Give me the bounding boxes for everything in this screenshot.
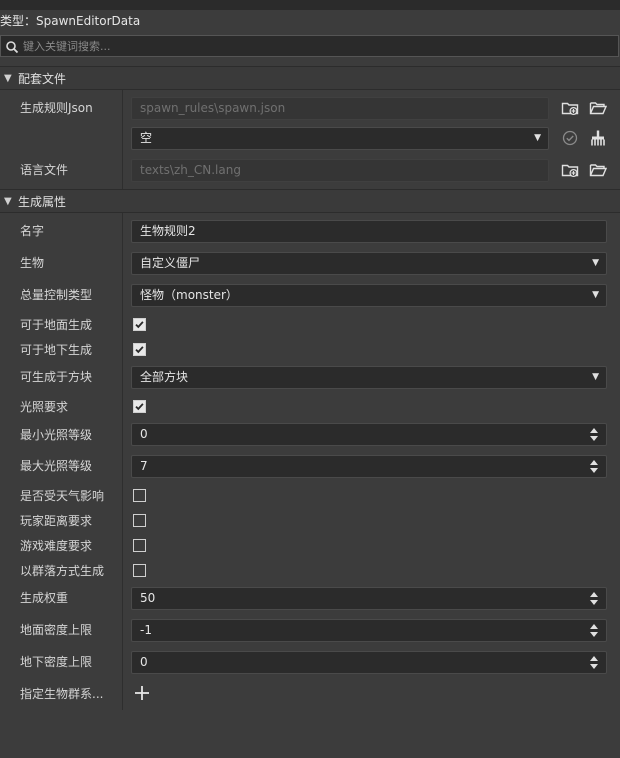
surface-checkbox[interactable] — [133, 318, 146, 331]
herd-checkbox[interactable] — [133, 564, 146, 577]
surface-density-stepper[interactable]: -1 — [131, 619, 607, 642]
max-light-value: 7 — [140, 459, 148, 473]
blocks-select[interactable]: 全部方块 ▼ — [131, 366, 607, 389]
entity-select[interactable]: 自定义僵尸 ▼ — [131, 252, 607, 275]
max-light-label: 最大光照等级 — [20, 459, 93, 473]
underground-density-label: 地下密度上限 — [20, 655, 93, 669]
chevron-down-icon: ▼ — [592, 258, 599, 268]
underground-label: 可于地下生成 — [20, 343, 93, 357]
spinner-arrows-icon[interactable] — [589, 459, 599, 474]
checkmark-icon — [135, 321, 144, 329]
weather-checkbox[interactable] — [133, 489, 146, 502]
weight-label: 生成权重 — [20, 591, 69, 605]
section-files-header[interactable]: ▼ 配套文件 — [0, 66, 620, 90]
folder-open-icon[interactable] — [589, 161, 607, 179]
collapse-triangle-icon: ▼ — [4, 196, 12, 207]
spawn-rules-select-value: 空 — [140, 131, 153, 145]
folder-open-icon[interactable] — [589, 99, 607, 117]
section-props-header[interactable]: ▼ 生成属性 — [0, 189, 620, 213]
name-label: 名字 — [20, 224, 45, 238]
search-input[interactable]: 键入关键词搜索... — [0, 35, 619, 57]
spawn-rules-select[interactable]: 空 ▼ — [131, 127, 549, 150]
spinner-arrows-icon[interactable] — [589, 623, 599, 638]
top-strip — [0, 0, 620, 10]
max-light-stepper[interactable]: 7 — [131, 455, 607, 478]
checkmark-icon — [135, 346, 144, 354]
population-select[interactable]: 怪物（monster） ▼ — [131, 284, 607, 307]
min-light-label: 最小光照等级 — [20, 428, 93, 442]
plus-icon[interactable] — [134, 685, 150, 701]
surface-density-label: 地面密度上限 — [20, 623, 93, 637]
player-distance-checkbox[interactable] — [133, 514, 146, 527]
column-divider — [122, 213, 123, 710]
light-label: 光照要求 — [20, 400, 69, 414]
spinner-arrows-icon[interactable] — [589, 427, 599, 442]
blocks-select-value: 全部方块 — [140, 370, 189, 384]
spinner-arrows-icon[interactable] — [589, 591, 599, 606]
spawn-rules-path-field[interactable]: spawn_rules\spawn.json — [131, 97, 549, 120]
section-files-label: 配套文件 — [18, 72, 67, 86]
surface-label: 可于地面生成 — [20, 318, 93, 332]
weight-value: 50 — [140, 591, 156, 605]
editor-title: 类型：SpawnEditorData — [0, 14, 141, 28]
chevron-down-icon: ▼ — [534, 133, 541, 143]
folder-plus-icon[interactable] — [561, 161, 579, 179]
check-circle-icon[interactable] — [561, 129, 579, 147]
difficulty-checkbox[interactable] — [133, 539, 146, 552]
section-props-label: 生成属性 — [18, 195, 67, 209]
checkmark-icon — [135, 403, 144, 411]
blocks-label: 可生成于方块 — [20, 370, 93, 384]
weather-label: 是否受天气影响 — [20, 489, 105, 503]
biome-label: 指定生物群系... — [20, 687, 104, 701]
entity-label: 生物 — [20, 256, 45, 270]
chevron-down-icon: ▼ — [592, 372, 599, 382]
column-divider — [122, 90, 123, 189]
entity-select-value: 自定义僵尸 — [140, 256, 201, 270]
lang-file-path-field[interactable]: texts\zh_CN.lang — [131, 159, 549, 182]
name-field[interactable]: 生物规则2 — [131, 220, 607, 243]
spinner-arrows-icon[interactable] — [589, 655, 599, 670]
search-icon — [6, 41, 19, 54]
weight-stepper[interactable]: 50 — [131, 587, 607, 610]
population-label: 总量控制类型 — [20, 288, 93, 302]
collapse-triangle-icon: ▼ — [4, 73, 12, 84]
broom-icon[interactable] — [589, 129, 607, 147]
min-light-value: 0 — [140, 427, 148, 441]
underground-density-stepper[interactable]: 0 — [131, 651, 607, 674]
chevron-down-icon: ▼ — [592, 290, 599, 300]
underground-density-value: 0 — [140, 655, 148, 669]
min-light-stepper[interactable]: 0 — [131, 423, 607, 446]
search-placeholder: 键入关键词搜索... — [23, 40, 111, 53]
lang-file-label: 语言文件 — [20, 163, 69, 177]
spawn-rules-label: 生成规则Json — [20, 101, 93, 115]
player-distance-label: 玩家距离要求 — [20, 514, 93, 528]
underground-checkbox[interactable] — [133, 343, 146, 356]
surface-density-value: -1 — [140, 623, 152, 637]
folder-plus-icon[interactable] — [561, 99, 579, 117]
light-checkbox[interactable] — [133, 400, 146, 413]
population-select-value: 怪物（monster） — [140, 288, 238, 302]
herd-label: 以群落方式生成 — [20, 564, 105, 578]
difficulty-label: 游戏难度要求 — [20, 539, 93, 553]
